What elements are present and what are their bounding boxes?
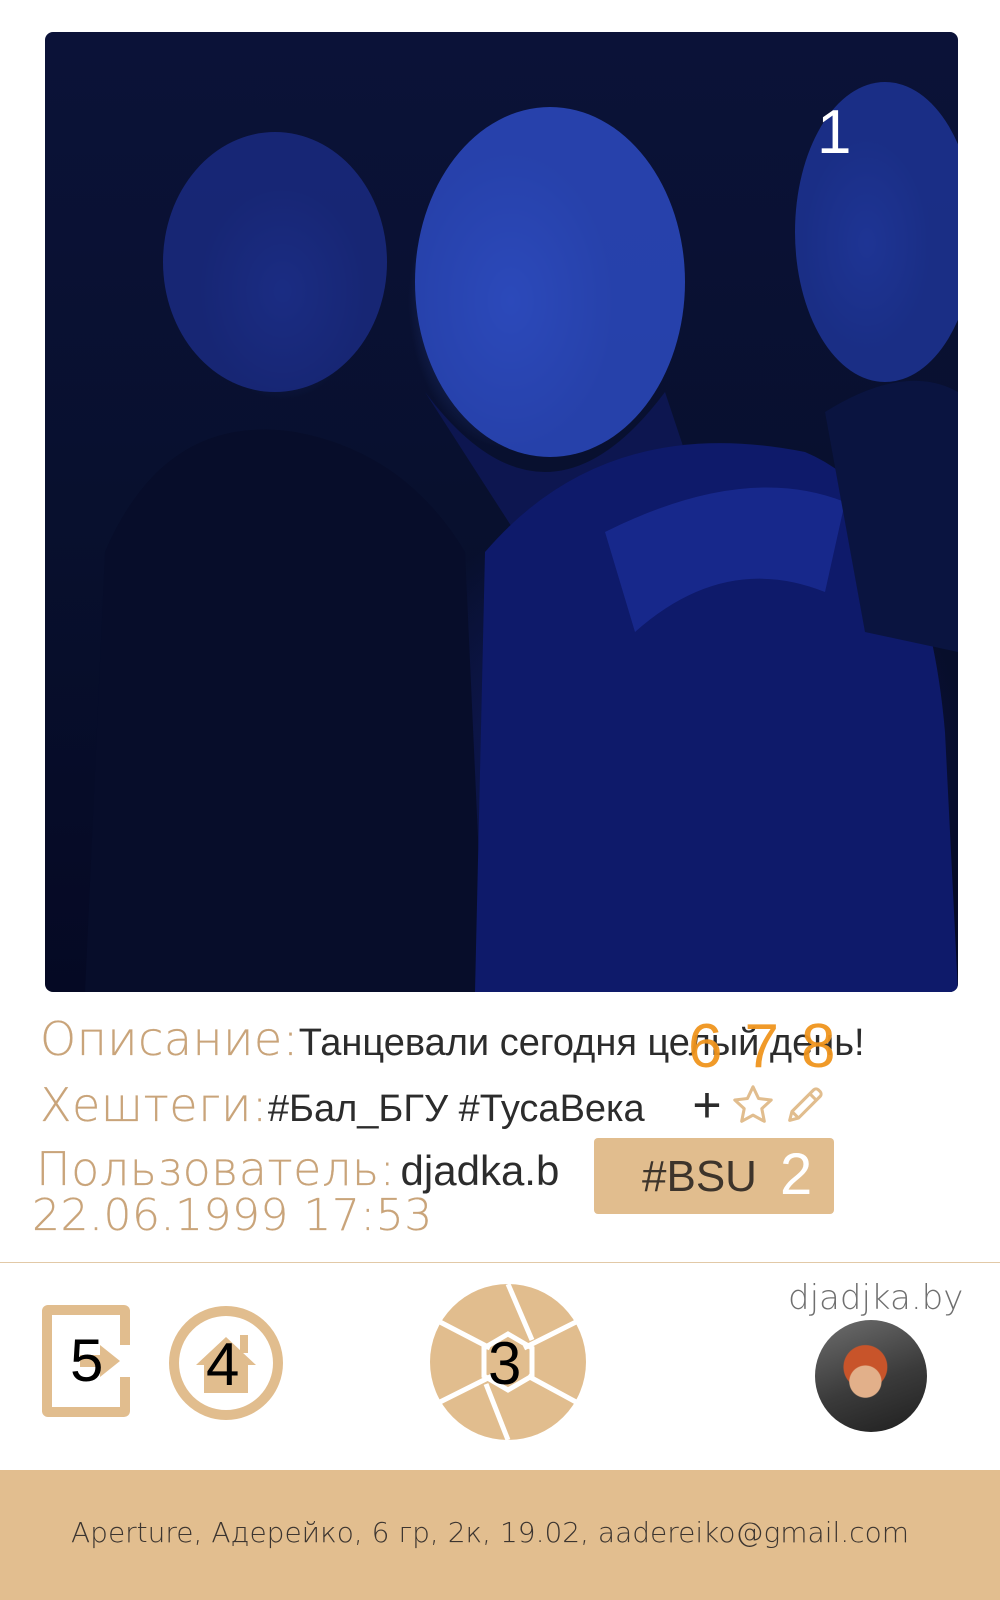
- post-photo[interactable]: 1: [45, 32, 958, 992]
- user-label: Пользователь:: [36, 1142, 396, 1196]
- hashtags-value[interactable]: #Бал_БГУ #ТусаВека: [268, 1088, 645, 1130]
- hashtags-label: Хештеги:: [40, 1078, 268, 1132]
- hashtag-chip-text: #BSU: [642, 1152, 757, 1201]
- hashtag-chip[interactable]: #BSU 2: [594, 1138, 834, 1214]
- divider: [0, 1262, 1000, 1263]
- footer-text: Aperture, Адерейко, 6 гр, 2к, 19.02, aad…: [71, 1516, 909, 1549]
- brand-name[interactable]: djadjka.by: [788, 1278, 963, 1318]
- exit-button[interactable]: 5: [40, 1303, 140, 1421]
- home-marker: 4: [206, 1331, 240, 1398]
- user-value[interactable]: djadka.b: [401, 1147, 560, 1194]
- star-icon[interactable]: [730, 1082, 776, 1128]
- hashtag-actions: +: [690, 1080, 828, 1130]
- pencil-icon[interactable]: [782, 1082, 828, 1128]
- exit-marker: 5: [70, 1327, 104, 1394]
- user-row: Пользователь: djadka.b: [36, 1142, 559, 1196]
- description-label: Описание:: [40, 1012, 299, 1066]
- photo-scene: [85, 82, 958, 992]
- hashtags-row: Хештеги:#Бал_БГУ #ТусаВека: [40, 1078, 645, 1132]
- post-date-row: 22.06.1999 17:53: [32, 1190, 433, 1241]
- chip-marker-2: 2: [780, 1142, 813, 1207]
- camera-marker: 3: [488, 1330, 522, 1397]
- home-button[interactable]: 4: [168, 1305, 284, 1421]
- photo-marker-1: 1: [817, 98, 852, 167]
- avatar[interactable]: [815, 1320, 927, 1432]
- camera-button[interactable]: 3: [428, 1282, 588, 1442]
- overlay-markers: 678: [688, 1012, 858, 1081]
- plus-icon[interactable]: +: [690, 1080, 724, 1130]
- post-date: 22.06.1999 17:53: [32, 1190, 433, 1241]
